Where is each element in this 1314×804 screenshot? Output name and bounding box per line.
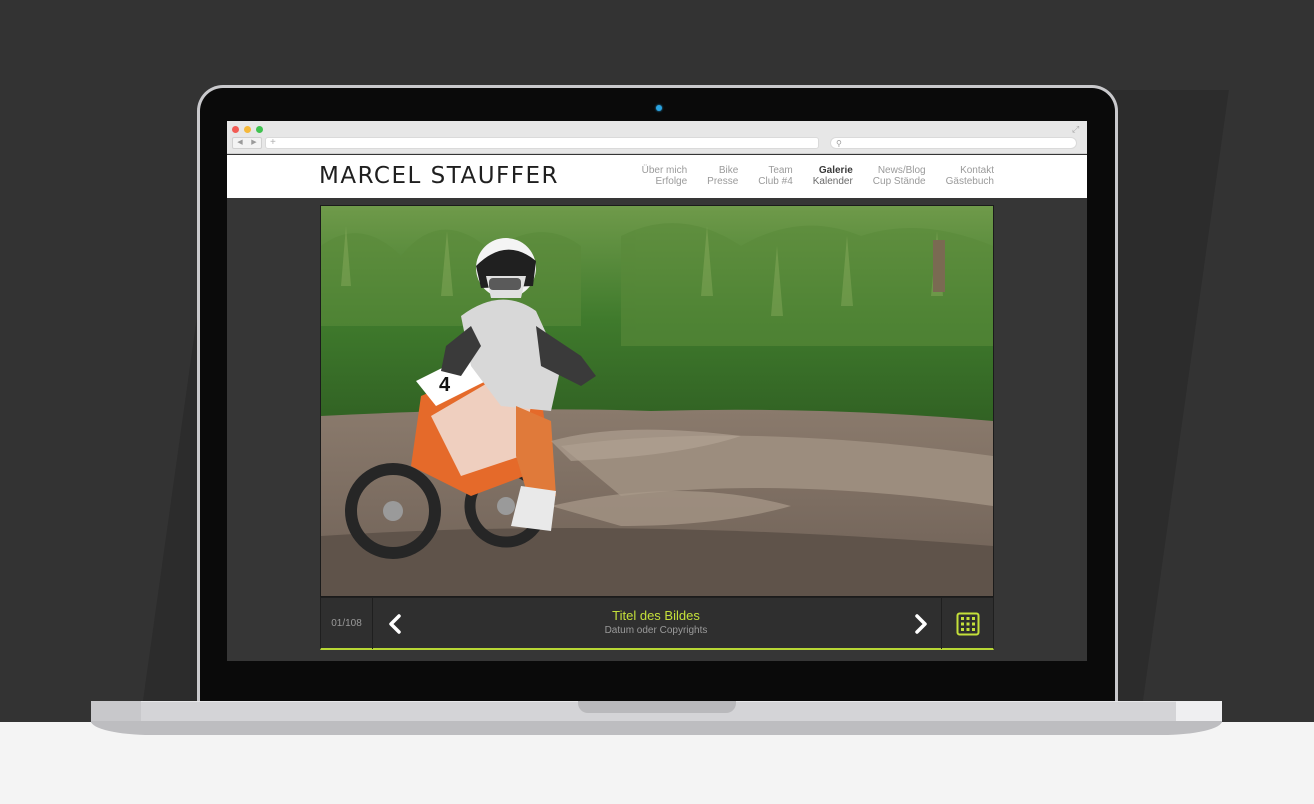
add-tab-icon[interactable]: + bbox=[270, 137, 276, 149]
grid-view-button[interactable] bbox=[941, 598, 993, 649]
screen: ◀ ▶ + ⚲ ⤢ MARCEL STAUFFER Über mich Erfo… bbox=[227, 121, 1087, 661]
nav-link[interactable]: Club #4 bbox=[758, 176, 792, 187]
chevron-right-icon bbox=[915, 613, 927, 634]
nav-item-galerie[interactable]: Galerie Kalender bbox=[813, 165, 853, 187]
motocross-photo: 4 bbox=[321, 206, 993, 596]
next-image-button[interactable] bbox=[901, 598, 941, 649]
nav-link[interactable]: Galerie bbox=[819, 165, 853, 176]
site-logo[interactable]: MARCEL STAUFFER bbox=[319, 163, 559, 189]
nav-link[interactable]: Cup Stände bbox=[873, 176, 926, 187]
window-close-button[interactable] bbox=[232, 126, 239, 133]
nav-item-ueber-mich[interactable]: Über mich Erfolge bbox=[642, 165, 688, 187]
browser-toolbar: ◀ ▶ + ⚲ ⤢ bbox=[227, 121, 1087, 154]
nav-link[interactable]: Presse bbox=[707, 176, 738, 187]
nav-item-kontakt[interactable]: Kontakt Gästebuch bbox=[946, 165, 994, 187]
search-icon: ⚲ bbox=[836, 139, 842, 148]
image-title: Titel des Bildes bbox=[612, 608, 700, 623]
svg-text:4: 4 bbox=[439, 374, 451, 396]
laptop-base-highlight bbox=[1176, 701, 1222, 721]
webcam bbox=[656, 105, 662, 111]
nav-link[interactable]: Gästebuch bbox=[946, 176, 994, 187]
nav-link[interactable]: Kalender bbox=[813, 176, 853, 187]
laptop-base-edge bbox=[91, 701, 141, 721]
browser-search-input[interactable]: ⚲ bbox=[830, 137, 1077, 149]
prev-image-button[interactable] bbox=[375, 598, 415, 649]
image-counter: 01/108 bbox=[321, 598, 373, 649]
gallery-photo[interactable]: 4 bbox=[320, 205, 994, 597]
address-bar[interactable]: + bbox=[265, 137, 819, 149]
image-subtitle: Datum oder Copyrights bbox=[604, 625, 708, 636]
image-caption: Titel des Bildes Datum oder Copyrights bbox=[471, 608, 841, 637]
forward-icon[interactable]: ▶ bbox=[251, 138, 256, 148]
nav-link[interactable]: Team bbox=[768, 165, 792, 176]
nav-link[interactable]: Über mich bbox=[642, 165, 688, 176]
nav-item-news[interactable]: News/Blog Cup Stände bbox=[873, 165, 926, 187]
nav-item-bike[interactable]: Bike Presse bbox=[707, 165, 738, 187]
grid-icon bbox=[956, 612, 979, 635]
laptop-base-lip bbox=[91, 721, 1222, 735]
browser-back-forward[interactable]: ◀ ▶ bbox=[232, 137, 262, 149]
expand-icon[interactable]: ⤢ bbox=[1072, 125, 1079, 134]
gallery-controls: 01/108 Titel des Bildes Datum oder Copyr… bbox=[320, 597, 994, 650]
back-icon[interactable]: ◀ bbox=[237, 138, 242, 148]
nav-item-team[interactable]: Team Club #4 bbox=[758, 165, 792, 187]
nav-link[interactable]: Erfolge bbox=[655, 176, 687, 187]
nav-link[interactable]: Kontakt bbox=[960, 165, 994, 176]
site-header: MARCEL STAUFFER Über mich Erfolge Bike P… bbox=[227, 155, 1087, 198]
chevron-left-icon bbox=[389, 613, 401, 634]
window-minimize-button[interactable] bbox=[244, 126, 251, 133]
nav-link[interactable]: News/Blog bbox=[878, 165, 926, 176]
laptop-base-notch bbox=[578, 701, 736, 713]
main-nav: Über mich Erfolge Bike Presse Team Club … bbox=[642, 165, 994, 187]
nav-link[interactable]: Bike bbox=[719, 165, 738, 176]
window-maximize-button[interactable] bbox=[256, 126, 263, 133]
